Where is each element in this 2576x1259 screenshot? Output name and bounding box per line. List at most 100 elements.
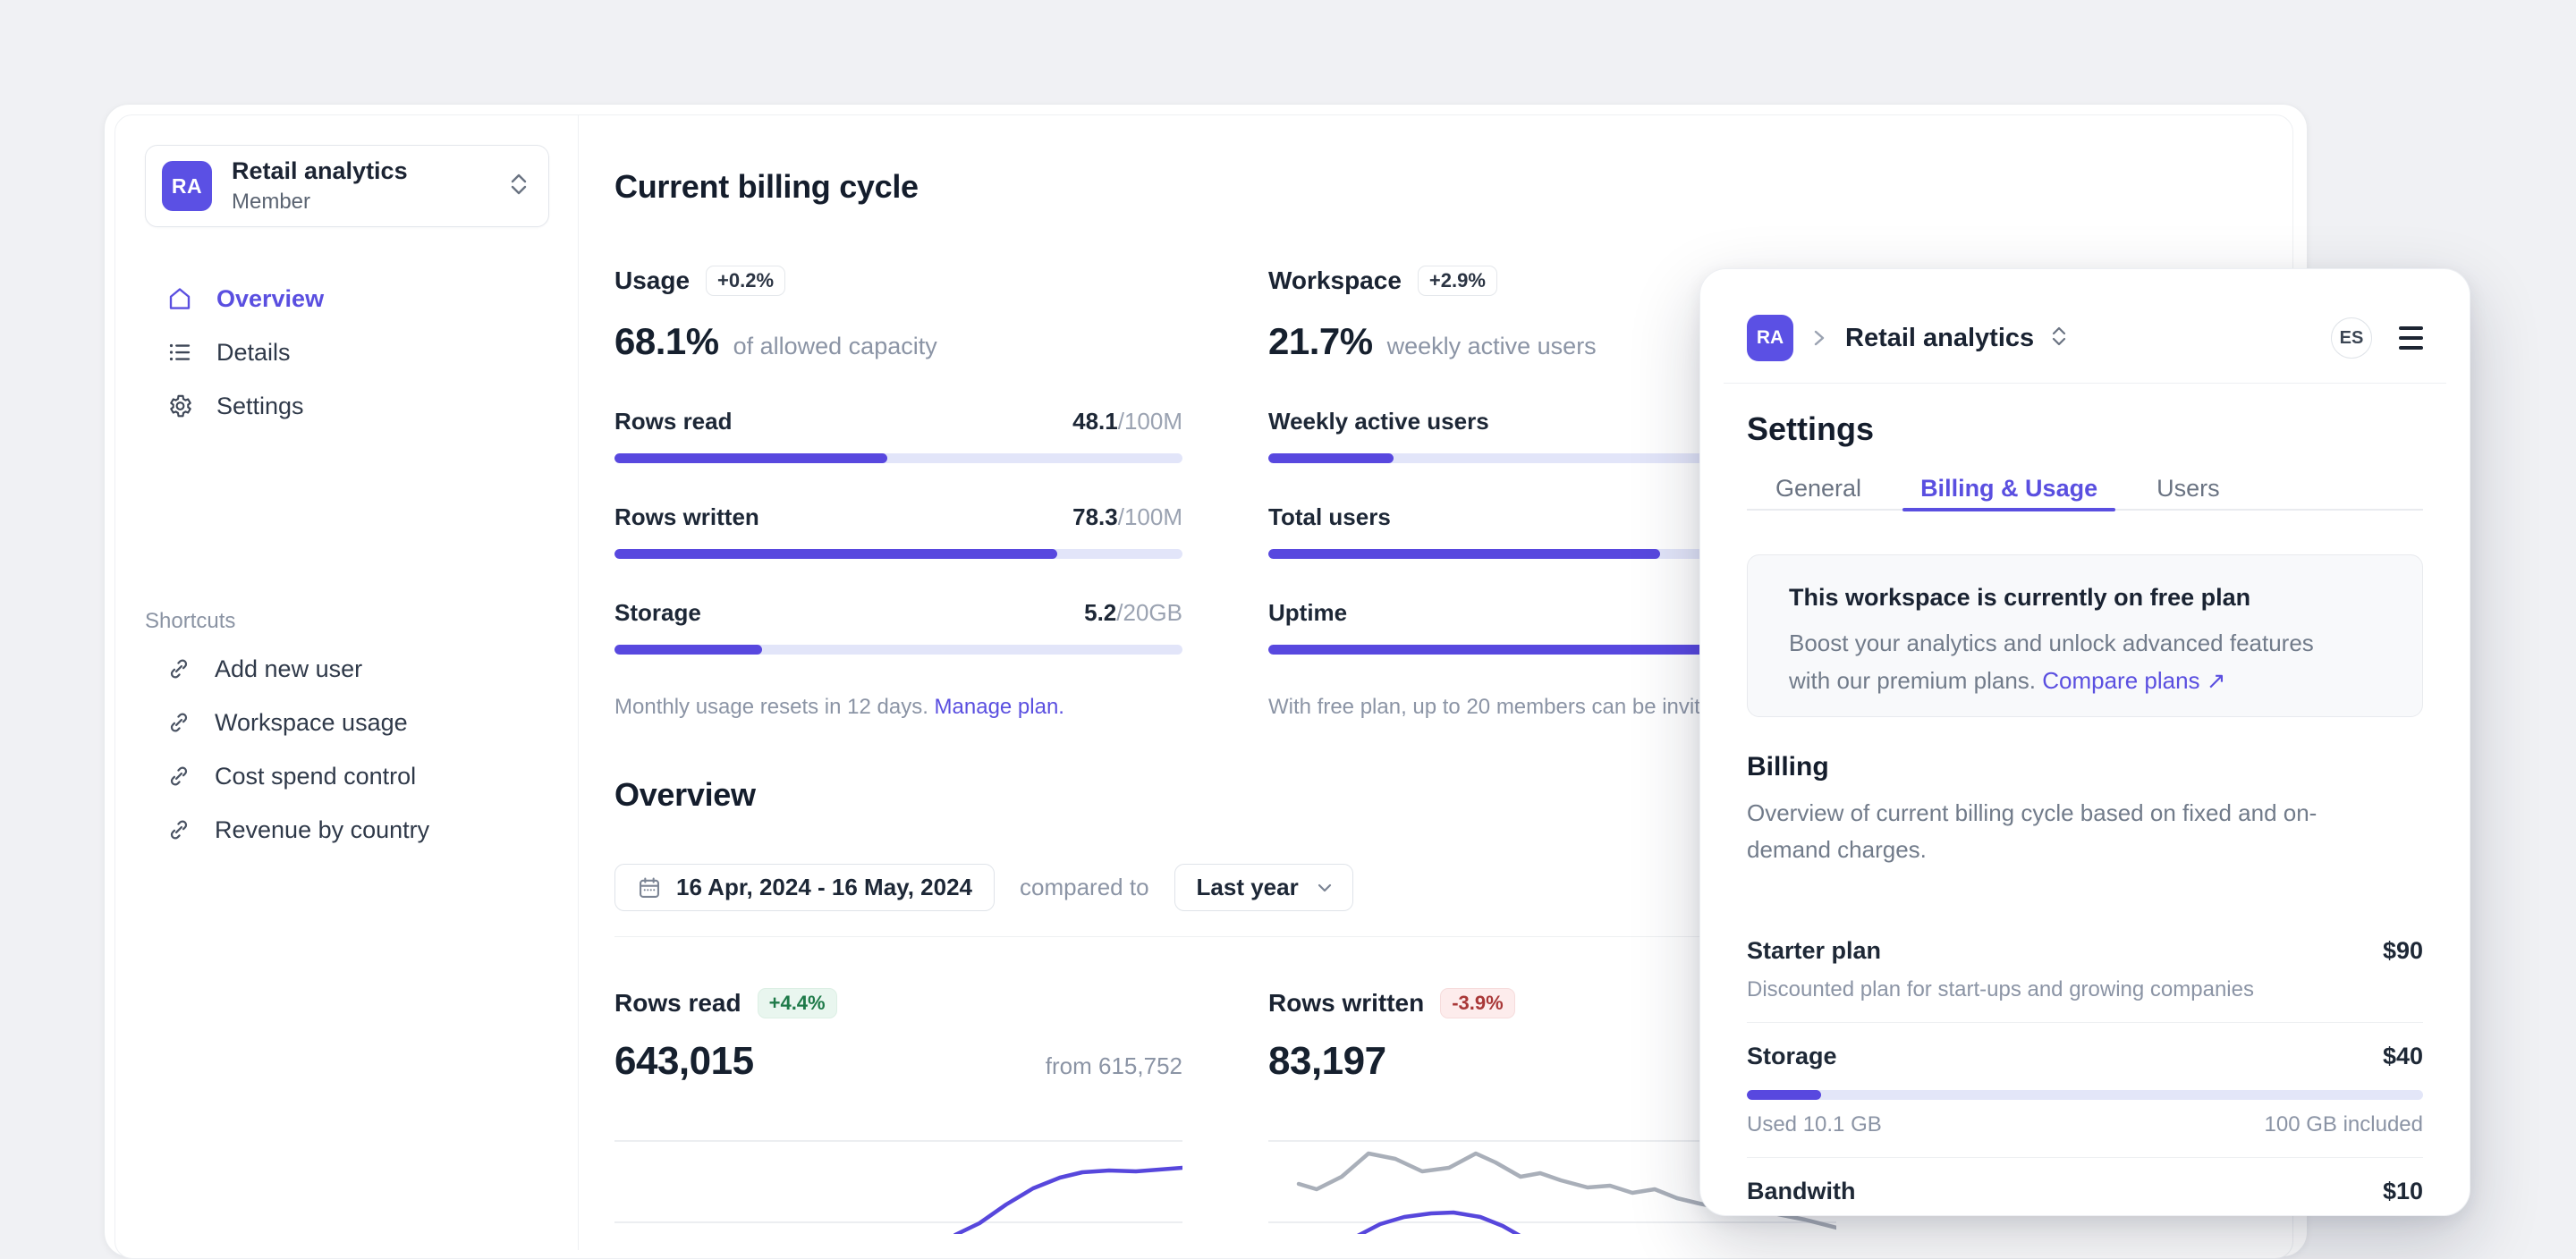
link-icon (166, 764, 191, 789)
storage-included-label: 100 GB included (2265, 1112, 2423, 1137)
billing-item-subtitle: Discounted plan for start-ups and growin… (1747, 977, 2423, 1002)
overview-title: Overview (614, 776, 756, 814)
stat-from: from 615,752 (1046, 1052, 1182, 1080)
chevron-down-icon (1315, 878, 1335, 898)
menu-icon[interactable] (2399, 325, 2423, 351)
meter-rows-written: Rows written 78.3/100M (614, 503, 1182, 559)
billing-item-storage: Storage $40 Used 10.1 GB 100 GB included (1747, 1023, 2423, 1157)
list-icon (166, 339, 193, 366)
usage-section: Usage +0.2% 68.1% of allowed capacity Ro… (614, 263, 1182, 720)
sidebar-item-label: Overview (216, 285, 324, 313)
settings-title: Settings (1747, 410, 1874, 448)
trend-down-badge: -3.9% (1440, 988, 1514, 1018)
free-plan-notice: This workspace is currently on free plan… (1747, 554, 2423, 717)
sidebar-item-details[interactable]: Details (145, 325, 549, 379)
tab-users[interactable]: Users (2139, 468, 2238, 509)
sidebar: RA Retail analytics Member Overview Deta… (114, 114, 579, 1250)
shortcut-add-new-user[interactable]: Add new user (145, 642, 549, 696)
usage-value: 68.1% (614, 320, 719, 363)
shortcut-cost-spend-control[interactable]: Cost spend control (145, 749, 549, 803)
billing-item-starter-plan: Starter plan $90 Discounted plan for sta… (1747, 917, 2423, 1022)
rows-read-chart (614, 1109, 1182, 1234)
calendar-icon (637, 875, 662, 900)
workspace-caption: weekly active users (1387, 333, 1597, 360)
shortcut-label: Add new user (215, 655, 362, 683)
shortcuts-heading: Shortcuts (145, 609, 235, 634)
workspace-name: Retail analytics (232, 157, 509, 185)
gear-icon (166, 393, 193, 419)
trend-up-badge: +4.4% (758, 988, 837, 1018)
shortcut-label: Cost spend control (215, 763, 416, 790)
progress-bar (614, 453, 1182, 463)
shortcuts-list: Add new user Workspace usage Cost spend … (145, 642, 549, 857)
usage-change-badge: +0.2% (706, 266, 785, 296)
chevron-right-icon (1811, 326, 1827, 350)
overview-controls: 16 Apr, 2024 - 16 May, 2024 compared to … (614, 864, 1353, 911)
price: $90 (2383, 937, 2423, 965)
shortcut-workspace-usage[interactable]: Workspace usage (145, 696, 549, 749)
sidebar-item-label: Settings (216, 393, 304, 420)
shortcut-label: Workspace usage (215, 709, 408, 737)
progress-bar (614, 645, 1182, 655)
workspace-change-badge: +2.9% (1418, 266, 1497, 296)
sidebar-item-label: Details (216, 339, 291, 367)
price: $10 (2383, 1178, 2423, 1205)
progress-bar (614, 549, 1182, 559)
breadcrumb-workspace-name[interactable]: Retail analytics (1845, 324, 2034, 353)
billing-items: Starter plan $90 Discounted plan for sta… (1747, 917, 2423, 1216)
compare-select[interactable]: Last year (1174, 864, 1353, 911)
rows-read-line (955, 1168, 1182, 1234)
notice-body: Boost your analytics and unlock advanced… (1789, 624, 2361, 699)
breadcrumb-workspace-avatar[interactable]: RA (1747, 315, 1793, 361)
rows-written-line (1358, 1213, 1521, 1234)
header-divider (1724, 383, 2446, 384)
chevron-updown-icon (509, 172, 529, 201)
billing-heading: Billing (1747, 752, 1829, 782)
link-icon (166, 817, 191, 842)
link-icon (166, 656, 191, 681)
sidebar-nav: Overview Details Settings (145, 272, 549, 433)
shortcut-revenue-by-country[interactable]: Revenue by country (145, 803, 549, 857)
link-icon (166, 710, 191, 735)
storage-used-label: Used 10.1 GB (1747, 1112, 1882, 1137)
arrow-up-right-icon: ↗ (2207, 667, 2226, 694)
manage-plan-link[interactable]: Manage plan. (935, 695, 1064, 719)
chevron-updown-icon[interactable] (2050, 325, 2068, 352)
compare-select-value: Last year (1197, 874, 1299, 901)
date-range-picker[interactable]: 16 Apr, 2024 - 16 May, 2024 (614, 864, 995, 911)
stat-value: 643,015 (614, 1039, 754, 1084)
workspace-label: Workspace (1268, 266, 1402, 295)
compared-to-label: compared to (1020, 874, 1149, 901)
shortcut-label: Revenue by country (215, 816, 429, 844)
usage-footer: Monthly usage resets in 12 days. Manage … (614, 695, 1182, 720)
workspace-switcher[interactable]: RA Retail analytics Member (145, 145, 549, 227)
settings-panel-header: RA Retail analytics ES (1747, 315, 2423, 361)
compare-plans-link[interactable]: Compare plans ↗ (2042, 667, 2225, 694)
storage-progress-bar (1747, 1090, 2423, 1100)
page-title: Current billing cycle (614, 168, 919, 206)
stat-rows-read: Rows read +4.4% 643,015 from 615,752 (614, 985, 1182, 1234)
page: RA Retail analytics Member Overview Deta… (0, 0, 2576, 1207)
workspace-role: Member (232, 190, 509, 215)
settings-panel: RA Retail analytics ES Settings General … (1699, 268, 2470, 1216)
date-range-value: 16 Apr, 2024 - 16 May, 2024 (676, 874, 972, 901)
settings-tabs: General Billing & Usage Users (1747, 468, 2423, 511)
billing-description: Overview of current billing cycle based … (1747, 795, 2319, 868)
tab-billing-usage[interactable]: Billing & Usage (1902, 468, 2115, 509)
workspace-meta: Retail analytics Member (232, 157, 509, 215)
home-icon (166, 285, 193, 312)
sidebar-item-settings[interactable]: Settings (145, 379, 549, 433)
user-avatar[interactable]: ES (2331, 317, 2372, 359)
meter-storage: Storage 5.2/20GB (614, 599, 1182, 655)
workspace-avatar: RA (162, 161, 212, 211)
usage-label: Usage (614, 266, 690, 295)
usage-caption: of allowed capacity (733, 333, 937, 360)
meter-rows-read: Rows read 48.1/100M (614, 408, 1182, 463)
price: $40 (2383, 1043, 2423, 1070)
workspace-value: 21.7% (1268, 320, 1373, 363)
notice-title: This workspace is currently on free plan (1789, 584, 2381, 612)
tab-general[interactable]: General (1758, 468, 1879, 509)
sidebar-item-overview[interactable]: Overview (145, 272, 549, 325)
stat-value: 83,197 (1268, 1039, 1386, 1084)
billing-item-bandwith: Bandwith $10 (1747, 1158, 2423, 1216)
